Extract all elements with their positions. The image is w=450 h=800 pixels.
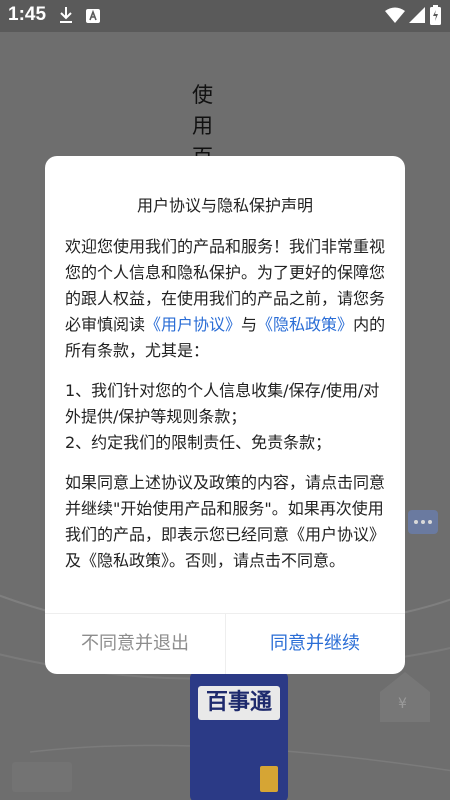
- dialog-title: 用户协议与隐私保护声明: [136, 196, 313, 215]
- battery-icon: [430, 5, 441, 29]
- status-time: 1:45: [8, 4, 47, 25]
- dialog-body: 欢迎您使用我们的产品和服务！我们非常重视您的个人信息和隐私保护。为了更好的保障您…: [65, 234, 387, 588]
- user-agreement-link[interactable]: 《用户协议》: [145, 315, 241, 334]
- agree-continue-button[interactable]: 同意并继续: [225, 614, 405, 674]
- signal-icon: [409, 7, 425, 27]
- intro-text-2: 与: [241, 315, 258, 334]
- term-item-1: 1、我们针对您的个人信息收集/保存/使用/对外提供/保护等规则条款；: [65, 381, 380, 426]
- yuan-symbol: ¥: [398, 696, 407, 712]
- status-bar: 1:45: [0, 0, 450, 32]
- product-label: 百事通: [198, 686, 280, 720]
- term-item-2: 2、约定我们的限制责任、免责条款；: [65, 433, 332, 452]
- product-tag: [260, 766, 278, 792]
- download-icon: [58, 6, 74, 28]
- privacy-policy-link[interactable]: 《隐私政策》: [257, 315, 353, 334]
- privacy-agreement-dialog: 用户协议与隐私保护声明 欢迎您使用我们的产品和服务！我们非常重视您的个人信息和隐…: [45, 156, 405, 674]
- disagree-exit-button[interactable]: 不同意并退出: [45, 614, 225, 674]
- closing-paragraph: 如果同意上述协议及政策的内容，请点击同意并继续"开始使用产品和服务"。如果再次使…: [65, 473, 386, 570]
- product-box-image: 百事通: [190, 672, 288, 800]
- app-notification-icon: [86, 8, 100, 27]
- intro-paragraph: 欢迎您使用我们的产品和服务！我们非常重视您的个人信息和隐私保护。为了更好的保障您…: [65, 234, 387, 364]
- wifi-icon: [385, 7, 405, 27]
